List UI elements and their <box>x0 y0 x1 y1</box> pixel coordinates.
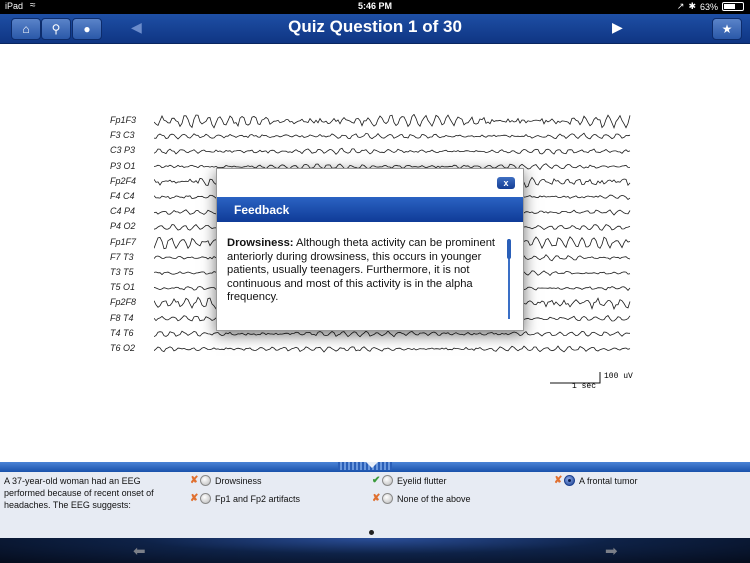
eeg-channel-label: C3 P3 <box>110 145 136 156</box>
radio-icon[interactable] <box>200 493 211 504</box>
status-time: 5:46 PM <box>357 1 392 11</box>
status-bar: iPad ≈ 5:46 PM ↗ ✱ 63% <box>0 0 750 14</box>
feedback-text: Drowsiness: Although theta activity can … <box>227 237 511 305</box>
page-title: Quiz Question 1 of 30 <box>288 17 462 36</box>
eeg-channel-label: T6 O2 <box>110 343 136 353</box>
location-icon: ↗ <box>676 1 685 11</box>
eeg-channel-label: T4 T6 <box>110 327 134 338</box>
eeg-trace <box>154 114 631 129</box>
answer-label: Eyelid flutter <box>397 475 447 486</box>
answer-option[interactable]: ✘ A frontal tumor <box>554 475 638 486</box>
feedback-term: Drowsiness: <box>227 237 294 249</box>
correct-mark-icon: ✔ <box>372 475 381 486</box>
battery-percent: 63% <box>699 1 718 12</box>
wrong-mark-icon: ✘ <box>554 475 563 486</box>
eeg-trace <box>154 345 631 353</box>
eeg-channel-label: Fp2F8 <box>110 297 137 308</box>
forward-arrow-icon[interactable]: ➡ <box>605 542 618 560</box>
wrong-mark-icon: ✘ <box>372 493 381 504</box>
status-right: ↗ ✱ 63% <box>677 1 744 12</box>
answer-label: Drowsiness <box>215 475 262 486</box>
bluetooth-icon: ✱ <box>688 1 696 11</box>
answer-label: None of the above <box>397 493 471 504</box>
wrong-mark-icon: ✘ <box>190 475 199 486</box>
wrong-mark-icon: ✘ <box>190 493 199 504</box>
eeg-channel-label: P3 O1 <box>110 160 136 171</box>
scale-sec-label: 1 sec <box>572 382 597 391</box>
feedback-header: Feedback <box>217 197 523 222</box>
eeg-scale-bar: 100 uV 1 sec <box>548 370 638 392</box>
eeg-channel-label: F8 T4 <box>110 312 134 323</box>
answer-option[interactable]: ✘ Drowsiness <box>190 475 262 486</box>
scale-uv-label: 100 uV <box>604 372 633 381</box>
answer-option[interactable]: ✔ Eyelid flutter <box>372 475 447 486</box>
eeg-channel-label: Fp1F7 <box>110 236 137 247</box>
close-button[interactable]: x <box>497 177 515 189</box>
close-icon: x <box>503 178 509 188</box>
eeg-channel-label: F7 T3 <box>110 251 134 262</box>
radio-selected-icon[interactable] <box>564 475 575 486</box>
battery-icon <box>722 2 744 11</box>
answer-label: Fp1 and Fp2 artifacts <box>215 493 301 504</box>
eeg-channel-label: T5 O1 <box>110 282 136 293</box>
eeg-channel-label: P4 O2 <box>110 221 136 232</box>
back-arrow-icon[interactable]: ⬅ <box>133 542 146 560</box>
feedback-popup: x Feedback Drowsiness: Although theta ac… <box>216 168 524 331</box>
eeg-trace <box>154 132 631 140</box>
eeg-channel-label: Fp2F4 <box>110 175 137 186</box>
radio-icon[interactable] <box>382 475 393 486</box>
eeg-channel-label: F3 C3 <box>110 130 135 141</box>
eeg-channel-label: F4 C4 <box>110 191 135 201</box>
question-text: A 37-year-old woman had an EEG performed… <box>4 476 154 510</box>
answer-option[interactable]: ✘ Fp1 and Fp2 artifacts <box>190 493 300 504</box>
radio-icon[interactable] <box>200 475 211 486</box>
radio-icon[interactable] <box>382 493 393 504</box>
bottom-bar: ⬅ ➡ <box>0 538 750 563</box>
panel-handle[interactable] <box>338 462 392 470</box>
answer-option[interactable]: ✘ None of the above <box>372 493 471 504</box>
star-icon: ★ <box>721 22 733 36</box>
answer-label: A frontal tumor <box>579 475 638 486</box>
eeg-channel-label: T3 T5 <box>110 267 134 277</box>
next-question-button[interactable]: ▶ <box>612 19 623 36</box>
feedback-scroll-thumb[interactable] <box>507 239 511 259</box>
panel-handle-arrow-icon <box>366 462 378 468</box>
nav-bar: ⌂ ⚲ ● ◀ Quiz Question 1 of 30 ▶ ★ <box>0 14 750 44</box>
eeg-trace <box>154 147 631 155</box>
eeg-channel-label: Fp1F3 <box>110 115 137 125</box>
page-indicator <box>369 530 374 535</box>
eeg-channel-label: C4 P4 <box>110 206 136 217</box>
bookmark-button[interactable]: ★ <box>712 18 742 40</box>
eeg-trace <box>154 330 631 338</box>
